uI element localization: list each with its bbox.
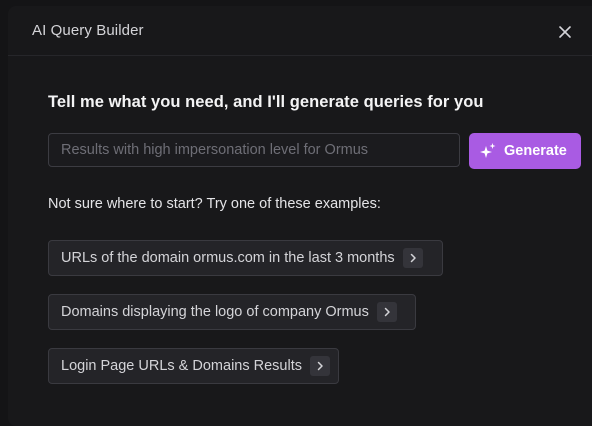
example-chip-label: URLs of the domain ormus.com in the last…	[61, 250, 395, 266]
ai-query-builder-dialog: AI Query Builder Tell me what you need, …	[8, 6, 592, 426]
dialog-title: AI Query Builder	[32, 22, 144, 39]
example-chip[interactable]: Login Page URLs & Domains Results	[48, 348, 339, 384]
prompt-heading: Tell me what you need, and I'll generate…	[48, 93, 484, 111]
generate-label: Generate	[504, 143, 567, 159]
chevron-right-icon	[376, 302, 397, 322]
sparkle-icon	[478, 141, 498, 161]
close-icon	[559, 26, 571, 38]
example-chip-label: Domains displaying the logo of company O…	[61, 304, 369, 320]
query-input[interactable]	[48, 133, 460, 167]
chevron-right-icon	[309, 356, 330, 376]
examples-intro: Not sure where to start? Try one of thes…	[48, 196, 381, 212]
generate-button[interactable]: Generate	[469, 133, 581, 169]
example-chip[interactable]: Domains displaying the logo of company O…	[48, 294, 416, 330]
close-button[interactable]	[554, 21, 576, 43]
example-chip-label: Login Page URLs & Domains Results	[61, 358, 302, 374]
dialog-header: AI Query Builder	[8, 6, 592, 56]
chevron-right-icon	[402, 248, 423, 268]
example-chip[interactable]: URLs of the domain ormus.com in the last…	[48, 240, 443, 276]
